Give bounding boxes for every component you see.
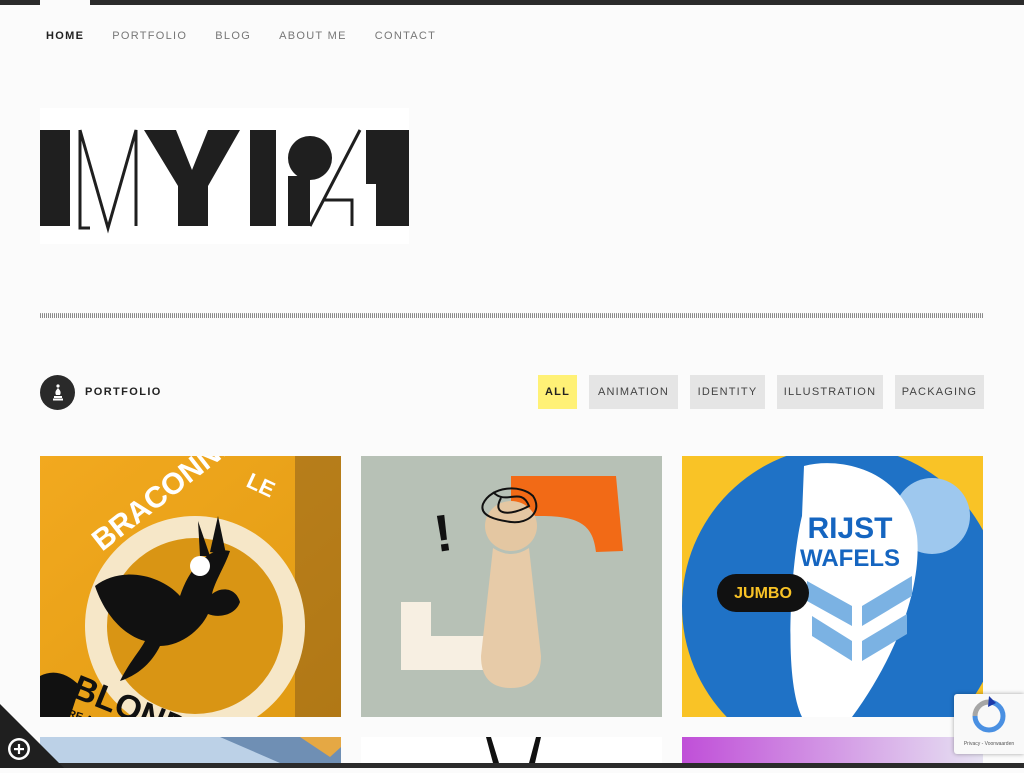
portfolio-item-jumbo-rijst-wafels[interactable]: RIJST WAFELS JUMBO <box>682 456 983 717</box>
top-bar <box>0 0 1024 5</box>
filter-identity[interactable]: IDENTITY <box>690 375 765 409</box>
nav-blog[interactable]: BLOG <box>215 29 251 43</box>
nav-home[interactable]: HOME <box>40 29 84 43</box>
wafels-text: WAFELS <box>800 545 900 572</box>
rijst-text: RIJST <box>807 512 892 545</box>
portfolio-item-4[interactable] <box>40 737 341 763</box>
top-bar-active-indicator <box>40 0 90 5</box>
filter-animation[interactable]: ANIMATION <box>589 375 678 409</box>
site-logo[interactable] <box>40 108 409 244</box>
nav-portfolio[interactable]: PORTFOLIO <box>112 29 187 43</box>
portfolio-item-6[interactable] <box>682 737 983 763</box>
filter-illustration[interactable]: ILLUSTRATION <box>777 375 883 409</box>
corner-add-widget[interactable] <box>0 704 64 768</box>
portfolio-section-header: PORTFOLIO <box>40 374 162 410</box>
filter-packaging[interactable]: PACKAGING <box>895 375 984 409</box>
portfolio-item-wooden-figure[interactable]: ! <box>361 456 662 717</box>
section-divider <box>40 313 983 318</box>
bottom-bar <box>0 763 1024 768</box>
recaptcha-text[interactable]: Privacy - Voorwaarden <box>954 741 1024 747</box>
recaptcha-icon <box>972 696 1006 733</box>
jumbo-text: JUMBO <box>734 585 792 602</box>
portfolio-item-le-braconnier[interactable]: LE BRACONNIER BLOND ÈRE ARTIS <box>40 456 341 717</box>
recaptcha-badge[interactable]: Privacy - Voorwaarden <box>954 694 1024 754</box>
nav-about-me[interactable]: ABOUT ME <box>279 29 347 43</box>
section-title: PORTFOLIO <box>85 386 162 398</box>
nav-contact[interactable]: CONTACT <box>375 29 436 43</box>
main-navigation: HOME PORTFOLIO BLOG ABOUT ME CONTACT <box>40 29 464 43</box>
bishop-icon <box>40 374 75 410</box>
portfolio-item-5[interactable] <box>361 737 662 763</box>
plus-circle-icon[interactable] <box>8 738 30 760</box>
filter-all[interactable]: ALL <box>538 375 577 409</box>
